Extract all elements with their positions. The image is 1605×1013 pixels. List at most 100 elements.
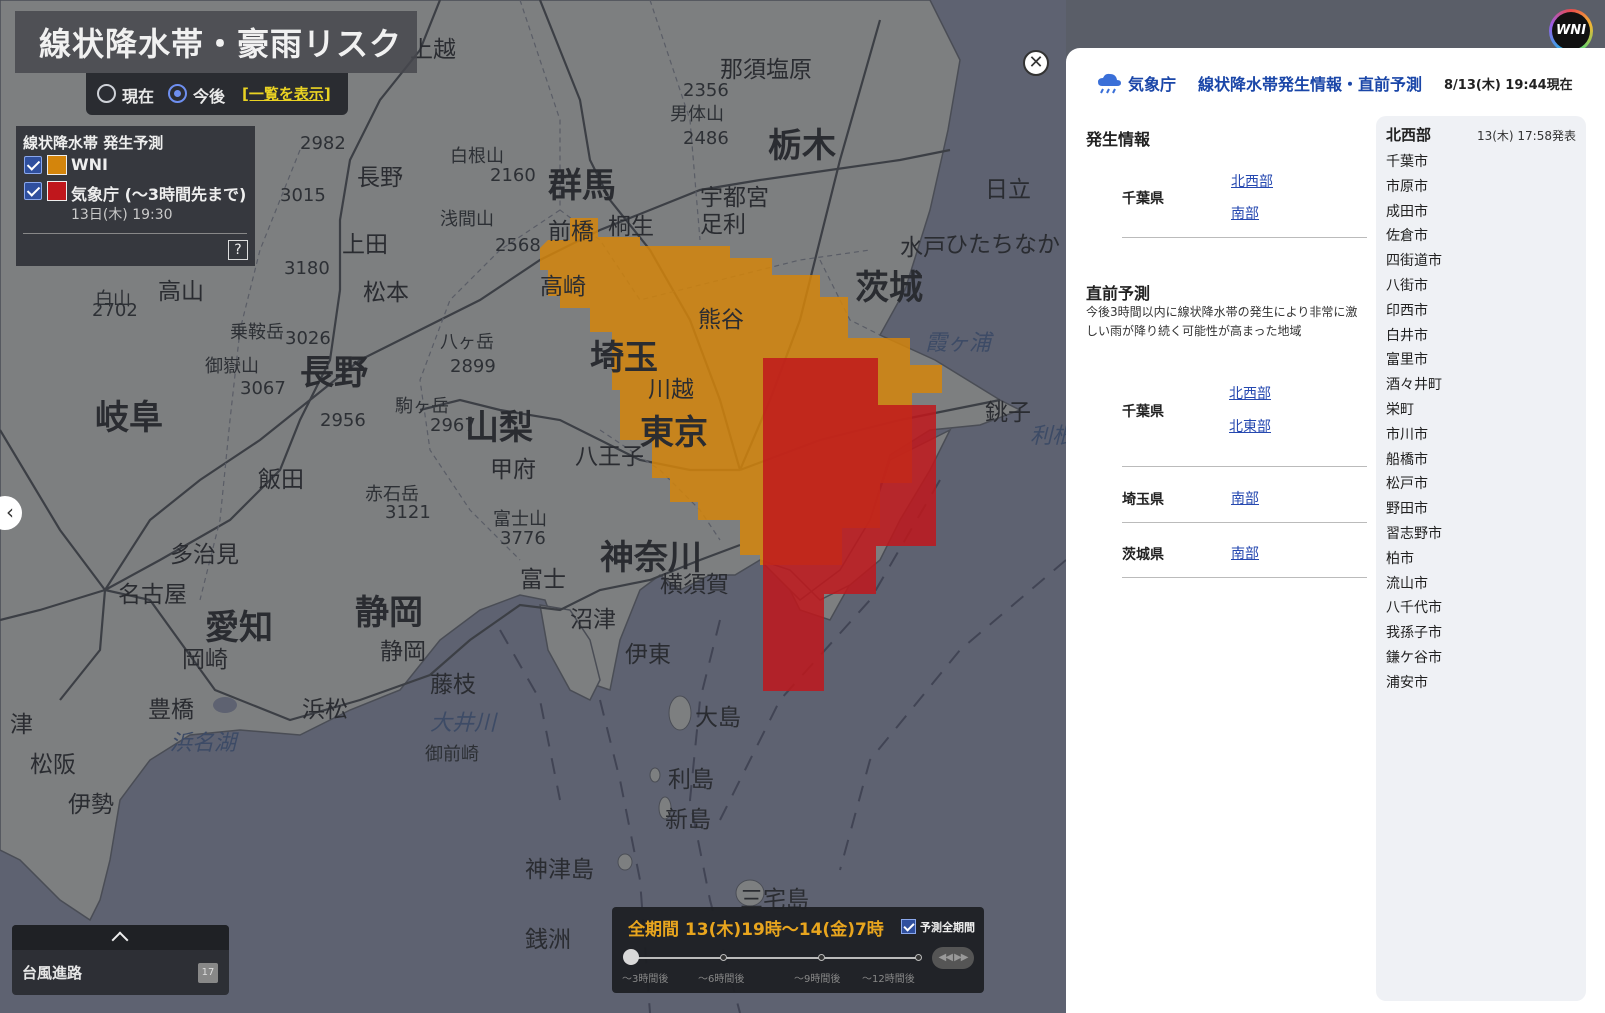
occurrence-area-link[interactable]: 北西部 — [1231, 171, 1273, 191]
map-label: 浜松 — [302, 697, 348, 723]
city-item: 船橋市 — [1386, 451, 1428, 468]
forecast-heading: 直前予測 — [1086, 284, 1151, 303]
map-label: 銭洲 — [525, 927, 571, 953]
map-label: 前橋 — [548, 219, 594, 245]
city-item: 浦安市 — [1386, 674, 1428, 691]
map-label: 松阪 — [30, 752, 76, 778]
radio-future[interactable] — [168, 84, 187, 103]
forecast-area-link[interactable]: 南部 — [1231, 543, 1259, 563]
map-label: 飯田 — [258, 467, 304, 493]
map-label: 岡崎 — [182, 647, 228, 673]
city-item: 富里市 — [1386, 352, 1428, 369]
map-label: 浅間山 — [440, 209, 494, 230]
map-label: 沼津 — [570, 607, 616, 633]
city-item: 白井市 — [1386, 327, 1428, 344]
time-slider-stop[interactable] — [915, 954, 922, 961]
radio-future-label[interactable]: 今後 — [193, 83, 225, 107]
map-label: 足利 — [700, 212, 746, 238]
map-label: 富士 — [520, 567, 566, 593]
divider — [1122, 237, 1367, 238]
all-period-checkbox[interactable] — [901, 919, 916, 934]
playback-buttons[interactable]: ◀◀ ▶▶ — [932, 947, 974, 969]
map-label: 熊谷 — [698, 307, 744, 333]
map-label: 岐阜 — [95, 398, 163, 438]
map-label: 群馬 — [548, 166, 616, 206]
map-label: 男体山 — [670, 104, 724, 125]
time-slider-knob[interactable] — [623, 949, 639, 965]
legend-wni-label: WNI — [71, 155, 108, 174]
show-list-link[interactable]: [一覧を表示] — [242, 83, 331, 104]
island-kozushima — [617, 853, 633, 871]
divider — [1122, 466, 1367, 467]
tick-label: 〜3時間後 — [622, 974, 669, 985]
map-label: 霞ヶ浦 — [925, 331, 992, 356]
map-label: 2967 — [430, 415, 476, 436]
map-label: 2486 — [683, 128, 729, 149]
map-label: 八ヶ岳 — [440, 332, 494, 353]
divider — [1122, 522, 1367, 523]
time-slider-stop[interactable] — [720, 954, 727, 961]
map-label: 3776 — [500, 528, 546, 549]
map-label: 銚子 — [985, 400, 1031, 426]
map-label: 3026 — [285, 328, 331, 349]
time-slider-stop[interactable] — [818, 954, 825, 961]
forecast-area-link[interactable]: 南部 — [1231, 488, 1259, 508]
occurrence-pref: 千葉県 — [1122, 191, 1164, 207]
map-label: 長野 — [300, 353, 368, 393]
map-label: 上田 — [342, 232, 388, 258]
map-label: 多治見 — [170, 542, 239, 568]
help-icon[interactable]: ? — [228, 240, 248, 260]
time-bar: 全期間 13(木)19時〜14(金)7時 予測全期間 〜3時間後 〜6時間後 〜… — [612, 907, 984, 993]
typhoon-badge: 17 — [198, 963, 218, 983]
forecast-pref: 茨城県 — [1122, 547, 1164, 563]
legend-jma-swatch — [47, 181, 67, 201]
radio-current[interactable] — [97, 84, 116, 103]
city-item: 四街道市 — [1386, 253, 1442, 270]
divider — [1122, 577, 1367, 578]
map-label: 日立 — [985, 177, 1031, 203]
map-label: 3180 — [284, 258, 330, 279]
wni-logo[interactable]: WNI — [1549, 9, 1593, 53]
radio-current-label[interactable]: 現在 — [122, 83, 154, 107]
occurrence-area-link[interactable]: 南部 — [1231, 203, 1259, 223]
legend-jma-checkbox[interactable] — [24, 182, 42, 200]
city-item: 松戸市 — [1386, 476, 1428, 493]
city-item: 酒々井町 — [1386, 377, 1442, 394]
city-item: 成田市 — [1386, 203, 1428, 220]
forecast-area-link[interactable]: 北西部 — [1229, 383, 1271, 403]
map-label: 2356 — [683, 80, 729, 101]
map-label: 乗鞍岳 — [230, 322, 284, 343]
map-label: 藤枝 — [430, 672, 476, 698]
title-panel: 線状降水帯・豪雨リスク — [15, 11, 417, 73]
legend-jma-label: 気象庁 (〜3時間先まで) — [71, 185, 247, 204]
panel-title: 線状降水帯発生情報・直前予測 — [1198, 75, 1423, 94]
map-label: 東京 — [640, 413, 708, 453]
map-label: 松本 — [363, 280, 409, 306]
map-label: 新島 — [665, 807, 711, 833]
all-period-label[interactable]: 予測全期間 — [920, 919, 975, 935]
map-label: 御前崎 — [425, 744, 479, 765]
map-label: 静岡 — [355, 593, 423, 633]
map-label: 浜名湖 — [170, 731, 237, 756]
info-panel: 気象庁 線状降水帯発生情報・直前予測 8/13(木) 19:44現在 発生情報 … — [1066, 48, 1605, 1013]
forecast-pref: 千葉県 — [1122, 404, 1164, 420]
map-label: 伊東 — [625, 642, 671, 668]
map-label: 2568 — [495, 235, 541, 256]
typhoon-label: 台風進路 — [22, 964, 83, 982]
typhoon-toggle[interactable] — [12, 925, 229, 950]
map-label: 栃木 — [768, 126, 836, 166]
legend-wni-checkbox[interactable] — [24, 156, 42, 174]
map-label: 津 — [10, 712, 33, 738]
forecast-area-link[interactable]: 北東部 — [1229, 416, 1271, 436]
map-label: 大島 — [695, 705, 741, 731]
city-item: 栄町 — [1386, 402, 1414, 418]
time-slider-track[interactable] — [628, 957, 918, 959]
map-label: 長野 — [357, 165, 403, 191]
legend-wni-swatch — [47, 155, 67, 175]
map-label: ひたちなか — [945, 232, 1060, 258]
tick-label: 〜9時間後 — [794, 974, 841, 985]
typhoon-panel[interactable]: 台風進路 17 — [12, 925, 229, 995]
map-label: 那須塩原 — [720, 57, 812, 83]
occurrence-heading: 発生情報 — [1086, 130, 1151, 149]
close-panel-button[interactable]: ✕ — [1023, 50, 1049, 76]
